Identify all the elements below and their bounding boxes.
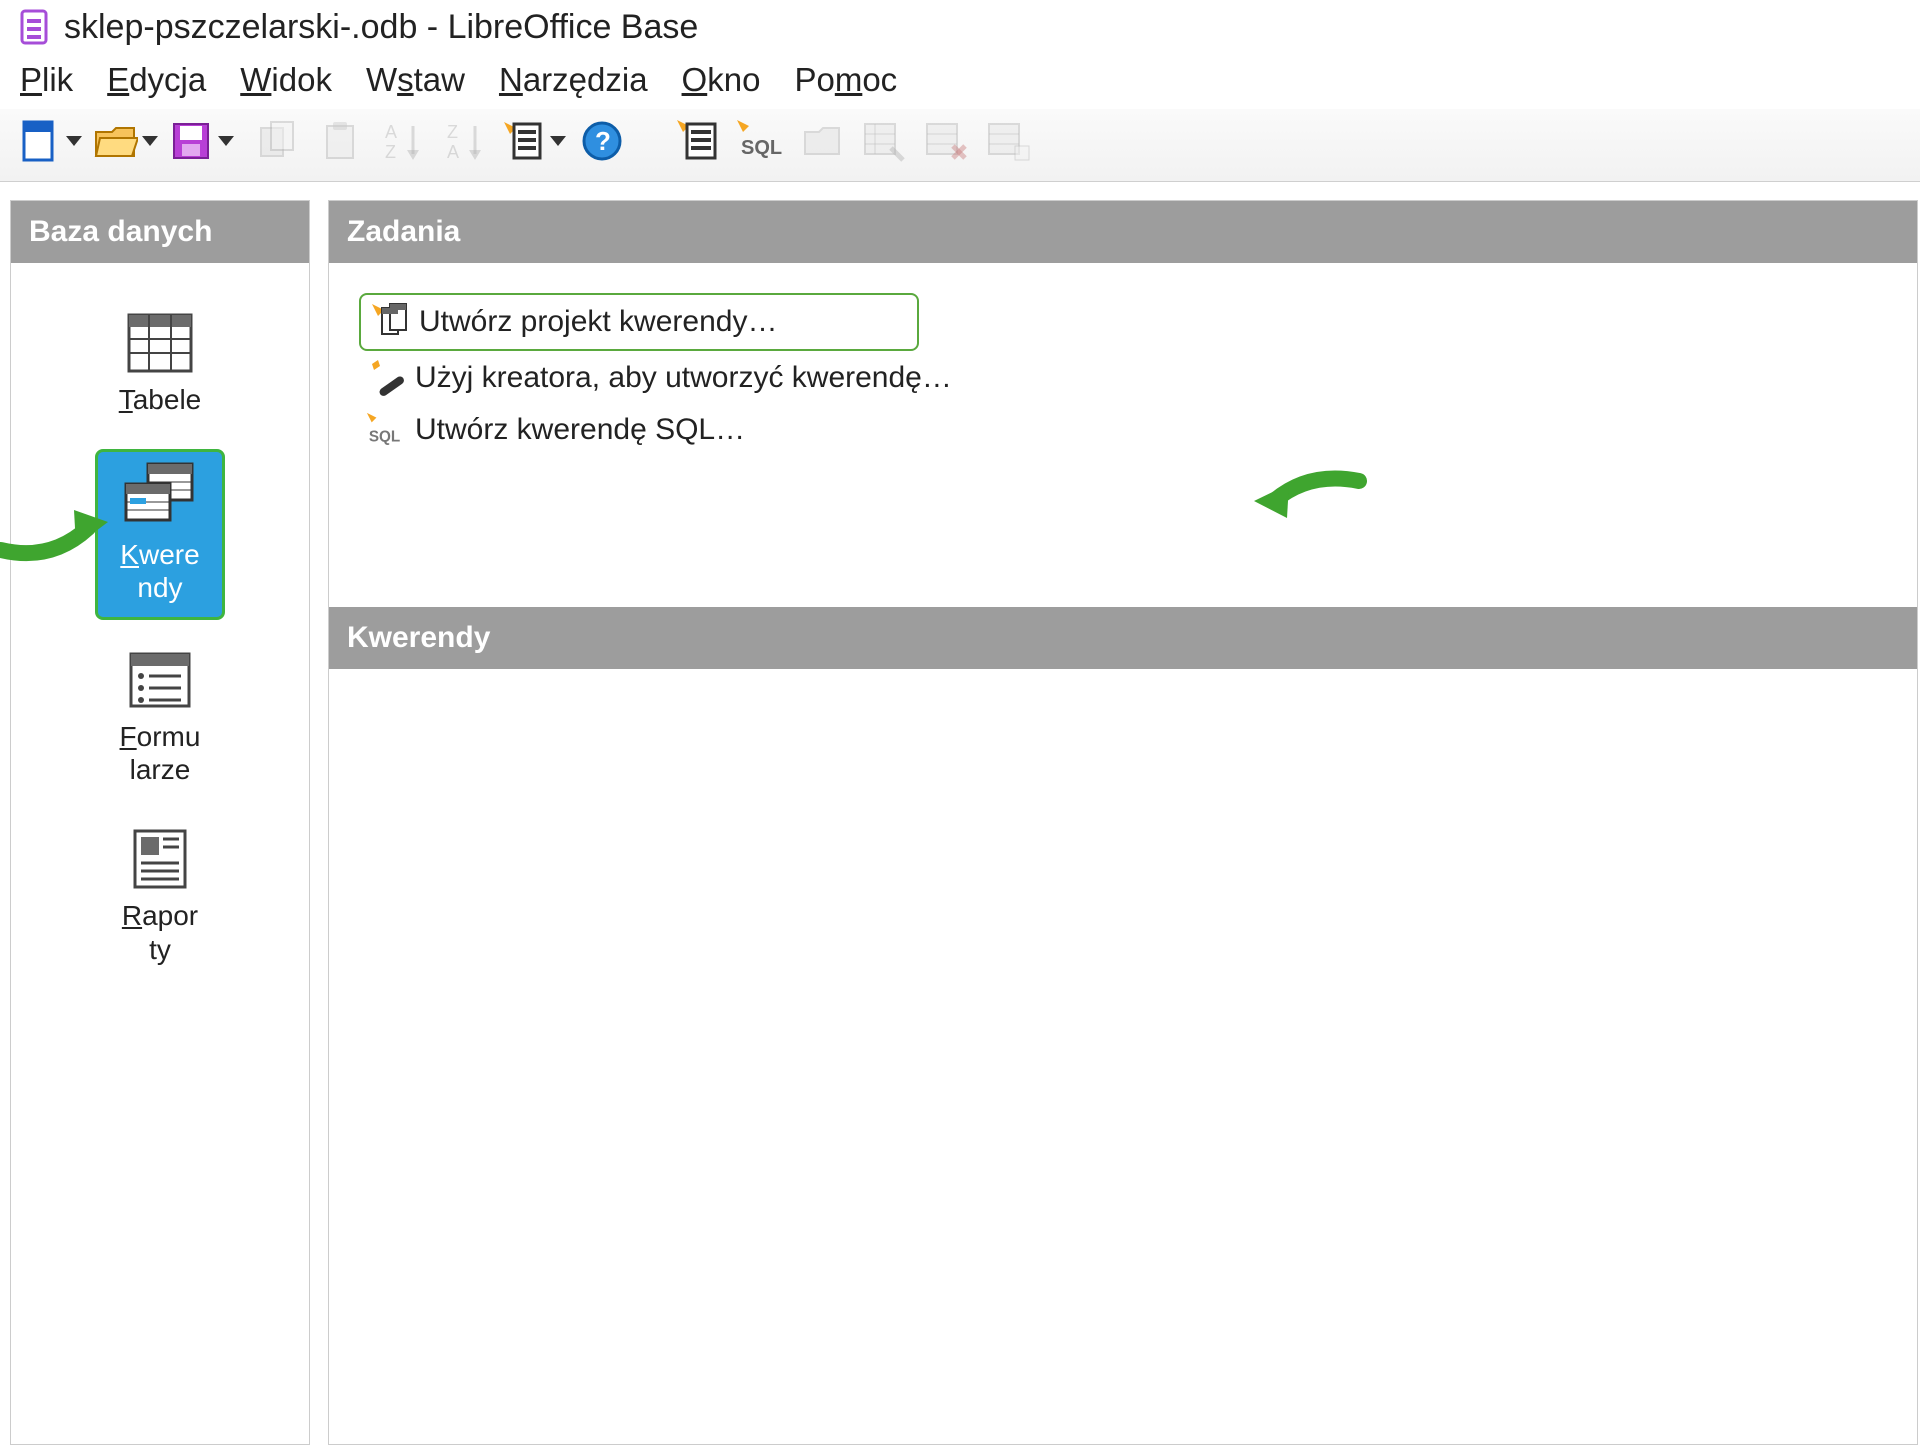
sidebar-item-forms[interactable]: Formularze [95, 640, 225, 799]
menu-pomoc[interactable]: Pomoc [794, 61, 897, 99]
database-sidebar-header: Baza danych [11, 201, 309, 263]
queries-icon [120, 460, 200, 530]
task-label: Utwórz projekt kwerendy… [419, 305, 777, 339]
chevron-down-icon [66, 136, 82, 146]
libreoffice-base-icon [20, 9, 52, 47]
svg-text:SQL: SQL [369, 428, 400, 445]
chevron-down-icon [218, 136, 234, 146]
task-label: Użyj kreatora, aby utworzyć kwerendę… [415, 361, 952, 395]
task-use-wizard[interactable]: Użyj kreatora, aby utworzyć kwerendę… [359, 353, 1887, 403]
new-document-button[interactable] [14, 113, 84, 169]
sql-icon: SQL [365, 409, 407, 451]
menu-okno[interactable]: Okno [682, 61, 761, 99]
svg-text:?: ? [595, 126, 611, 156]
new-form-2-button[interactable] [670, 113, 726, 169]
queries-header: Kwerendy [329, 607, 1917, 669]
sidebar-item-reports[interactable]: Raporty [95, 819, 225, 978]
svg-text:SQL: SQL [741, 137, 782, 159]
toolbar: AZ ZA ? SQL [0, 109, 1920, 182]
task-create-query-design[interactable]: Utwórz projekt kwerendy… [359, 293, 919, 351]
query-design-icon [369, 301, 411, 343]
sql-button[interactable]: SQL [732, 113, 788, 169]
chevron-down-icon [142, 136, 158, 146]
save-button[interactable] [166, 113, 236, 169]
delete-table-button [918, 113, 974, 169]
sidebar-item-label: Tabele [119, 383, 202, 417]
window-title: sklep-pszczelarski-.odb - LibreOffice Ba… [64, 8, 698, 47]
sidebar-item-label: Raporty [122, 899, 198, 966]
task-create-sql[interactable]: SQL Utwórz kwerendę SQL… [359, 405, 1887, 455]
queries-panel [329, 669, 1917, 1444]
menu-plik[interactable]: Plik [20, 61, 73, 99]
svg-text:A: A [447, 142, 459, 162]
svg-text:Z: Z [385, 142, 396, 162]
task-label: Utwórz kwerendę SQL… [415, 413, 745, 447]
sidebar-item-tables[interactable]: Tabele [95, 303, 225, 429]
tasks-header: Zadania [329, 201, 1917, 263]
database-sidebar: Baza danych Tabele [10, 200, 310, 1445]
sort-asc-button: AZ [374, 113, 430, 169]
menu-narzedzia[interactable]: Narzędzia [499, 61, 648, 99]
sidebar-item-label: Formularze [120, 720, 201, 787]
menu-wstaw[interactable]: Wstaw [366, 61, 465, 99]
sidebar-item-label: Kwerendy [120, 538, 199, 605]
table-icon [125, 311, 195, 375]
tasks-panel: Utwórz projekt kwerendy… Użyj kreatora, … [329, 263, 1917, 607]
title-bar: sklep-pszczelarski-.odb - LibreOffice Ba… [0, 0, 1920, 55]
edit-table-button [856, 113, 912, 169]
sidebar-item-queries[interactable]: Kwerendy [95, 449, 225, 620]
menu-widok[interactable]: Widok [240, 61, 332, 99]
open-folder-button [794, 113, 850, 169]
rename-table-button [980, 113, 1036, 169]
forms-icon [125, 648, 195, 712]
svg-text:A: A [385, 122, 397, 142]
copy-button [250, 113, 306, 169]
menu-bar: Plik Edycja Widok Wstaw Narzędzia Okno P… [0, 55, 1920, 109]
paste-button [312, 113, 368, 169]
menu-edycja[interactable]: Edycja [107, 61, 206, 99]
help-button[interactable]: ? [574, 113, 630, 169]
open-button[interactable] [90, 113, 160, 169]
wizard-icon [365, 357, 407, 399]
reports-icon [125, 827, 195, 891]
sort-desc-button: ZA [436, 113, 492, 169]
new-form-button[interactable] [498, 113, 568, 169]
svg-text:Z: Z [447, 122, 458, 142]
chevron-down-icon [550, 136, 566, 146]
